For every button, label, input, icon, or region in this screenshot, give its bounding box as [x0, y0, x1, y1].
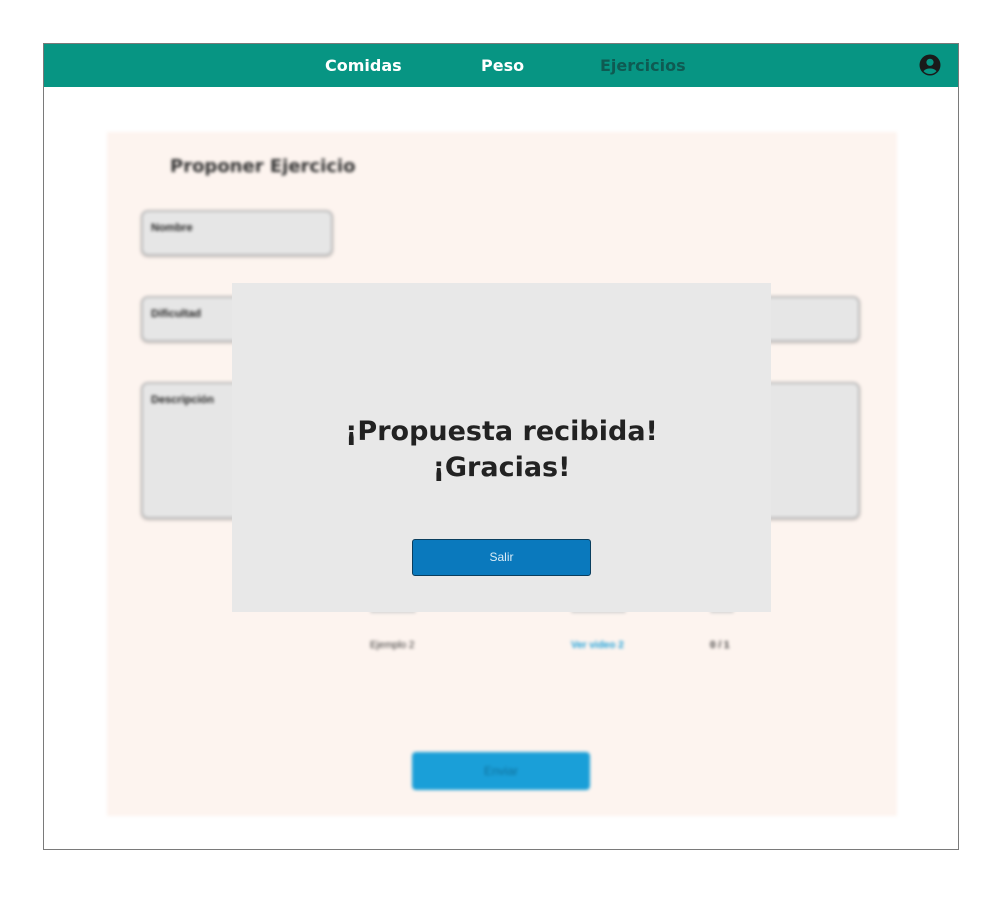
- exit-button[interactable]: Salir: [412, 539, 591, 576]
- example-row-2-name: Ejemplo 2: [370, 640, 415, 651]
- modal-message-line2: ¡Gracias!: [432, 452, 571, 483]
- nav-comidas[interactable]: Comidas: [325, 56, 402, 75]
- form-title: Proponer Ejercicio: [170, 156, 356, 177]
- nav-ejercicios[interactable]: Ejercicios: [600, 56, 686, 75]
- nav-peso[interactable]: Peso: [481, 56, 524, 75]
- example-row-2-video-link[interactable]: Ver video 2: [571, 640, 624, 651]
- example-row-2-count: 0 / 1: [710, 640, 730, 651]
- app-window: Comidas Peso Ejercicios Proponer Ejercic…: [43, 43, 959, 850]
- modal-message-line1: ¡Propuesta recibida!: [345, 416, 658, 447]
- confirmation-modal: ¡Propuesta recibida! ¡Gracias! Salir: [232, 283, 771, 612]
- nombre-field[interactable]: Nombre: [141, 210, 333, 256]
- top-navbar: Comidas Peso Ejercicios: [44, 44, 958, 87]
- user-circle-icon[interactable]: [919, 54, 941, 76]
- descripcion-placeholder: Descripción: [151, 394, 214, 406]
- nombre-placeholder: Nombre: [151, 222, 193, 234]
- dificultad-placeholder: Dificultad: [151, 308, 202, 320]
- submit-button[interactable]: Enviar: [412, 752, 590, 790]
